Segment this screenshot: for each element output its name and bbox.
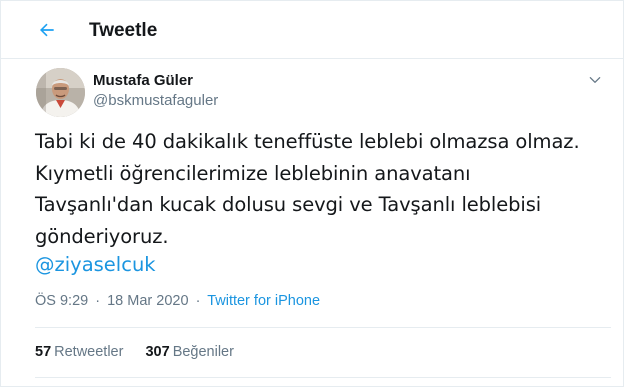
author-name[interactable]: Mustafa Güler	[93, 72, 193, 90]
author-handle[interactable]: @bskmustafaguler	[93, 92, 218, 110]
tweet-time[interactable]: ÖS 9:29	[35, 293, 88, 309]
tweet-text-line: gönderiyoruz.	[35, 224, 169, 248]
tweet-date[interactable]: 18 Mar 2020	[107, 293, 188, 309]
page-header: Tweetle	[1, 1, 623, 59]
retweets-stat[interactable]: 57 Retweetler	[35, 343, 123, 361]
more-options-button[interactable]	[583, 68, 607, 92]
likes-stat[interactable]: 307 Beğeniler	[145, 343, 233, 361]
mention-link[interactable]: @ziyaselcuk	[35, 251, 156, 279]
likes-label: Beğeniler	[172, 344, 234, 360]
chevron-down-icon	[589, 77, 601, 83]
tweet-text-line: Tavşanlı'dan kucak dolusu sevgi ve Tavşa…	[35, 193, 542, 216]
tweet-source-link[interactable]: Twitter for iPhone	[207, 293, 320, 309]
divider	[35, 377, 611, 378]
divider	[35, 327, 611, 328]
meta-separator: ·	[195, 293, 201, 309]
avatar-photo	[36, 68, 85, 117]
tweet-page: Tweetle Mustafa Güler @bskmustafaguler T…	[0, 0, 624, 387]
arrow-left-icon	[40, 23, 54, 37]
tweet-text: Tabi ki de 40 dakikalık teneffüste leble…	[35, 126, 615, 252]
tweet-stats: 57 Retweetler 307 Beğeniler	[35, 343, 252, 361]
avatar[interactable]	[36, 68, 85, 117]
retweets-count: 57	[35, 344, 52, 360]
page-title: Tweetle	[89, 20, 158, 41]
back-button[interactable]	[31, 14, 63, 46]
meta-separator: ·	[95, 293, 101, 309]
tweet-text-line: Kıymetli öğrencilerimize leblebinin anav…	[35, 161, 471, 185]
retweets-label: Retweetler	[54, 344, 124, 360]
tweet-text-line: Tabi ki de 40 dakikalık teneffüste leble…	[35, 130, 580, 153]
likes-count: 307	[145, 344, 170, 360]
tweet-metadata: ÖS 9:29 · 18 Mar 2020 · Twitter for iPho…	[35, 292, 320, 310]
